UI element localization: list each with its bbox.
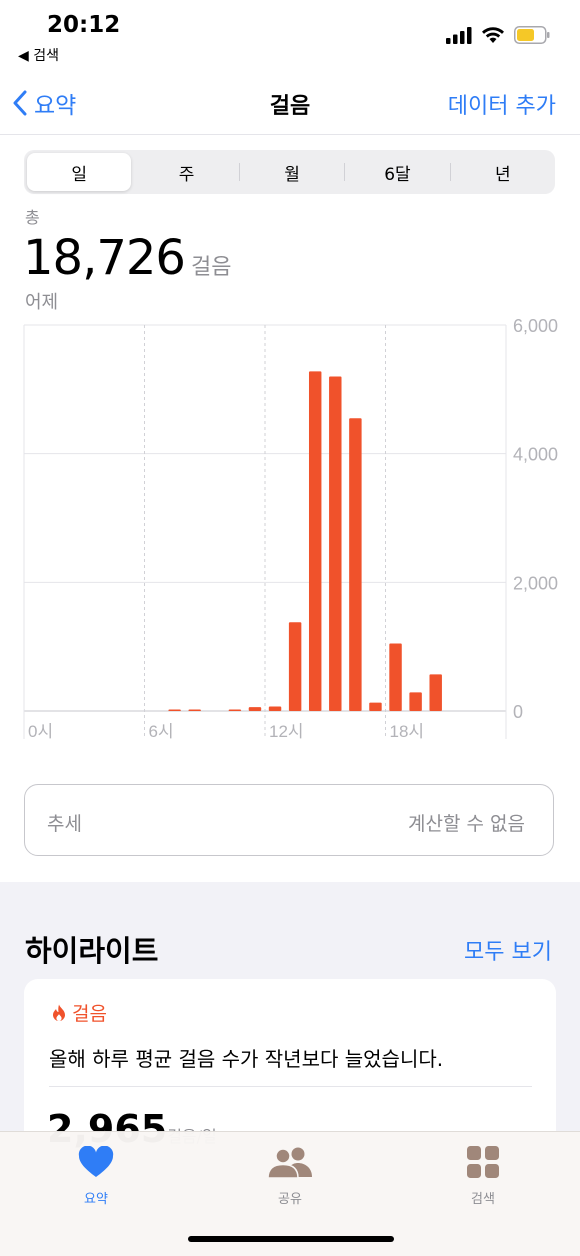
tab-browse[interactable]: 검색 (423, 1142, 543, 1207)
chart-y-tick-label: 2,000 (513, 573, 558, 593)
segment-week[interactable]: 주 (134, 150, 238, 194)
highlight-text: 올해 하루 평균 걸음 수가 작년보다 늘었습니다. (49, 1047, 444, 1071)
chart-bar (329, 376, 342, 711)
navigation-bar: 요약 걸음 데이터 추가 (0, 70, 580, 135)
chart-x-tick-label: 6시 (149, 722, 174, 741)
chart-bar (188, 709, 201, 711)
status-icons (446, 26, 550, 44)
cellular-signal-icon (446, 26, 472, 44)
chart-bar (248, 707, 262, 711)
chart-y-tick-label: 0 (513, 702, 523, 722)
chart-x-tick-label: 18시 (390, 722, 425, 741)
highlight-category: 걸음 (52, 999, 107, 1026)
chart-bar (228, 709, 242, 711)
tab-sharing[interactable]: 공유 (230, 1142, 350, 1207)
total-steps-value: 18,726 (23, 230, 186, 286)
chart-x-tick-label: 12시 (269, 722, 304, 741)
grid-icon (467, 1146, 499, 1178)
tab-summary[interactable]: 요약 (36, 1142, 156, 1207)
battery-icon (514, 26, 550, 44)
chart-y-tick-label: 6,000 (513, 316, 558, 336)
tab-sharing-label: 공유 (278, 1192, 302, 1207)
chart-bar (268, 706, 282, 711)
highlight-divider (49, 1086, 532, 1087)
chart-bar (308, 371, 322, 711)
see-all-highlights-link[interactable]: 모두 보기 (464, 934, 552, 966)
flame-icon (53, 1004, 65, 1021)
add-data-button[interactable]: 데이터 추가 (448, 88, 556, 120)
status-bar: 20:12 ◀ 검색 (0, 0, 580, 70)
people-icon (267, 1147, 312, 1179)
tab-summary-label: 요약 (84, 1192, 108, 1207)
total-steps-unit: 걸음 (190, 255, 232, 280)
chart-x-tick-label: 0시 (28, 722, 53, 741)
heart-icon (78, 1146, 114, 1177)
tab-browse-label: 검색 (471, 1192, 495, 1207)
segment-year[interactable]: 년 (451, 150, 555, 194)
chart-bar (349, 418, 362, 711)
total-label: 총 (25, 208, 40, 227)
wifi-icon (482, 27, 504, 43)
time-range-segmented-control: 일 주 월 6달 년 (24, 150, 555, 194)
trend-value: 계산할 수 없음 (408, 813, 525, 835)
segment-month[interactable]: 월 (240, 150, 344, 194)
highlights-title: 하이라이트 (25, 934, 159, 968)
total-steps: 18,726 걸음 (23, 230, 231, 286)
back-to-app-link[interactable]: ◀ 검색 (18, 45, 59, 65)
segment-day[interactable]: 일 (27, 153, 132, 191)
chart-bar (168, 709, 181, 711)
home-indicator (188, 1236, 394, 1242)
hourly-steps-chart[interactable]: 6,000 4,000 2,000 0 0시 6시 12시 18시 (0, 310, 580, 750)
chart-bar (389, 643, 402, 711)
chart-y-tick-label: 4,000 (513, 445, 558, 465)
trend-card[interactable]: 추세 계산할 수 없음 (24, 784, 554, 856)
chart-bar (288, 622, 302, 711)
chart-bar (429, 674, 442, 711)
chart-bar (409, 692, 422, 711)
highlight-category-label: 걸음 (72, 1003, 107, 1025)
chart-bar (369, 702, 382, 711)
trend-label: 추세 (47, 813, 82, 835)
status-time: 20:12 (47, 12, 121, 38)
segment-6-months[interactable]: 6달 (345, 150, 449, 194)
